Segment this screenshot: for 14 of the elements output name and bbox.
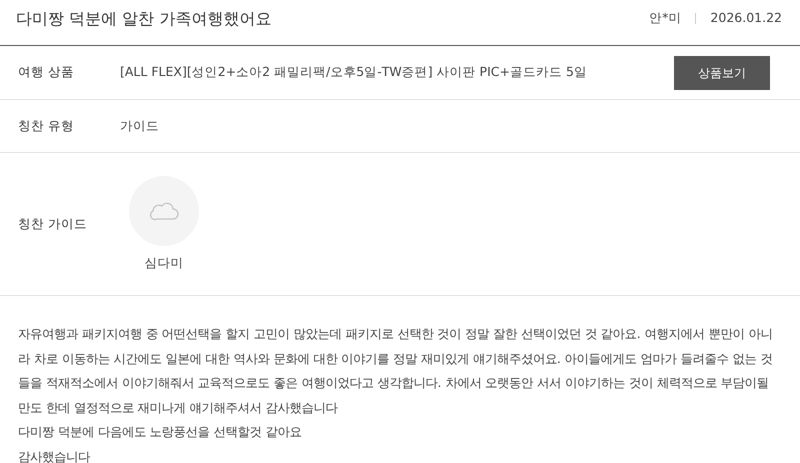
field-label: 여행 상품 [18, 63, 75, 82]
product-name: [ALL FLEX][성인2+소아2 패밀리팩/오후5일-TW증편] 사이판 PIC+골드카드 5일 [120, 63, 588, 82]
field-label: 칭찬 유형 [18, 116, 75, 135]
guide-name: 심다미 [144, 254, 184, 272]
author-name: 안*미 [649, 9, 682, 28]
view-product-button[interactable]: 상품보기 [674, 56, 770, 90]
review-date: 2026.01.22 [710, 9, 782, 28]
field-label: 칭찬 가이드 [18, 214, 88, 233]
cloud-icon [149, 200, 179, 221]
review-paragraph: 자유여행과 패키지여행 중 어떤선택을 할지 고민이 많았는데 패키지로 선택한 것이 정말 잘한 선택이었던 것 같아요. 여행지에서 뿐만이 아니라 차로 이동하는 시간에도 일본에 대한 역사와 문화에 대한 이야기를 정말 재미있게 얘기해주셨어요. 아이들에게도 엄마가 들려줄수 없는 것들을 적재적소에서 이야기해줘서 교육적으로도 좋은 여행이었다고 생각합니다. 차에서 오랫동안 서서 이야기하는 것이 체력적으로 부담이될 만도 한데 열정적으로 재미나게 얘기해주셔서 감사했습니다 [18, 326, 774, 416]
review-title: 다미짱 덕분에 알찬 가족여행했어요 [16, 8, 272, 30]
review-paragraph: 다미짱 덕분에 다음에도 노랑풍선을 선택할것 같아요 [18, 424, 303, 441]
review-paragraph: 감사했습니다 [18, 448, 92, 463]
praise-type: 가이드 [120, 116, 159, 135]
